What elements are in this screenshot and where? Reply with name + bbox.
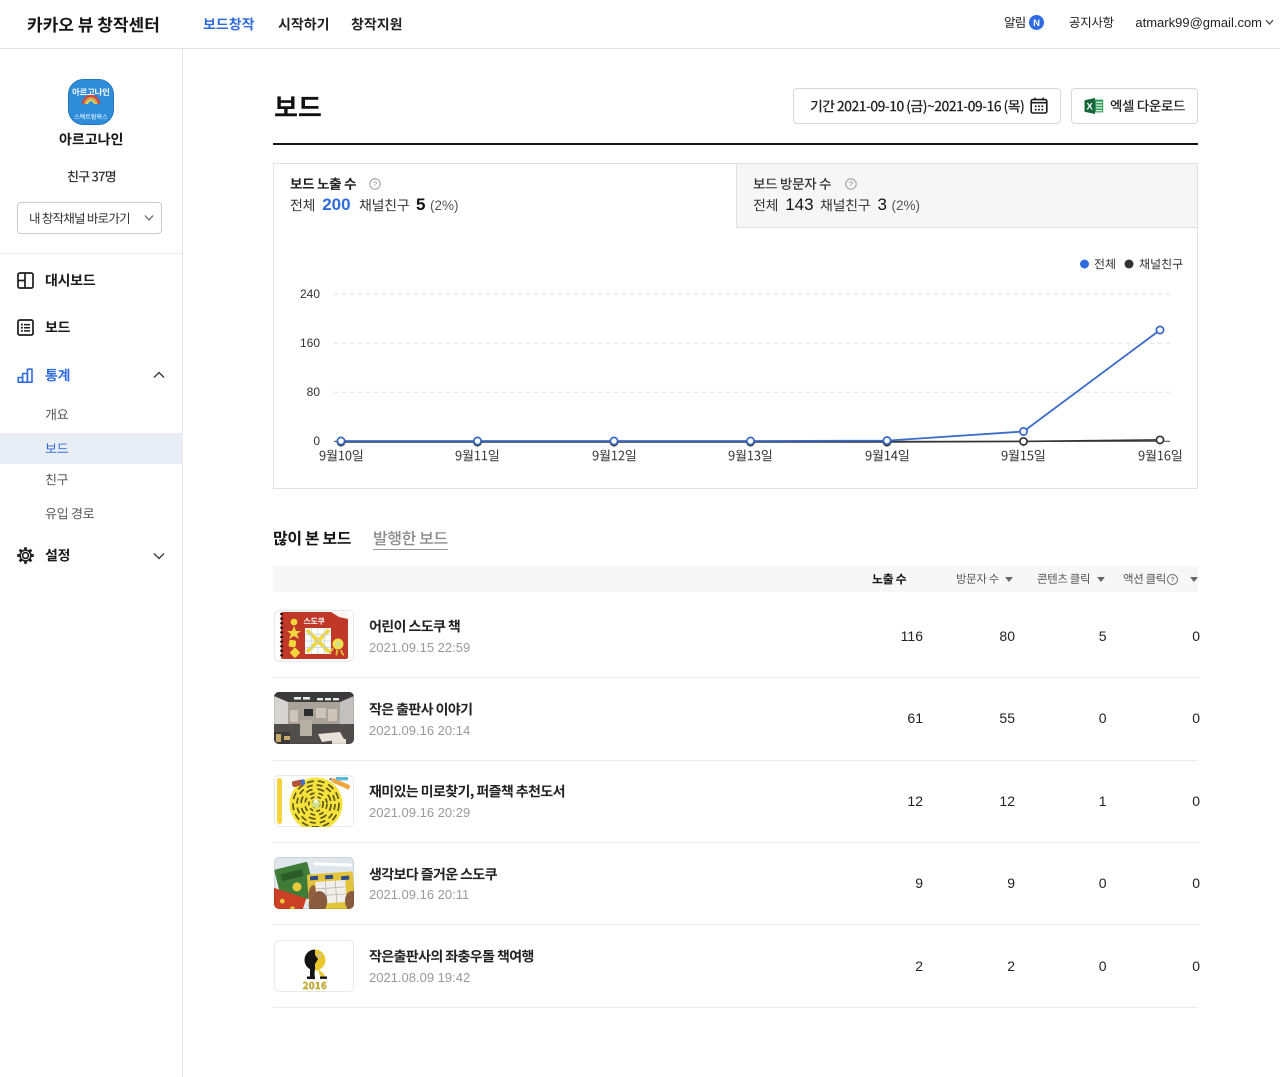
svg-text:?: ? [1171,577,1175,584]
svg-text:?: ? [373,180,377,189]
svg-text:X: X [1087,102,1094,113]
svg-text:?: ? [849,180,853,189]
svg-text:N: N [1033,18,1040,29]
